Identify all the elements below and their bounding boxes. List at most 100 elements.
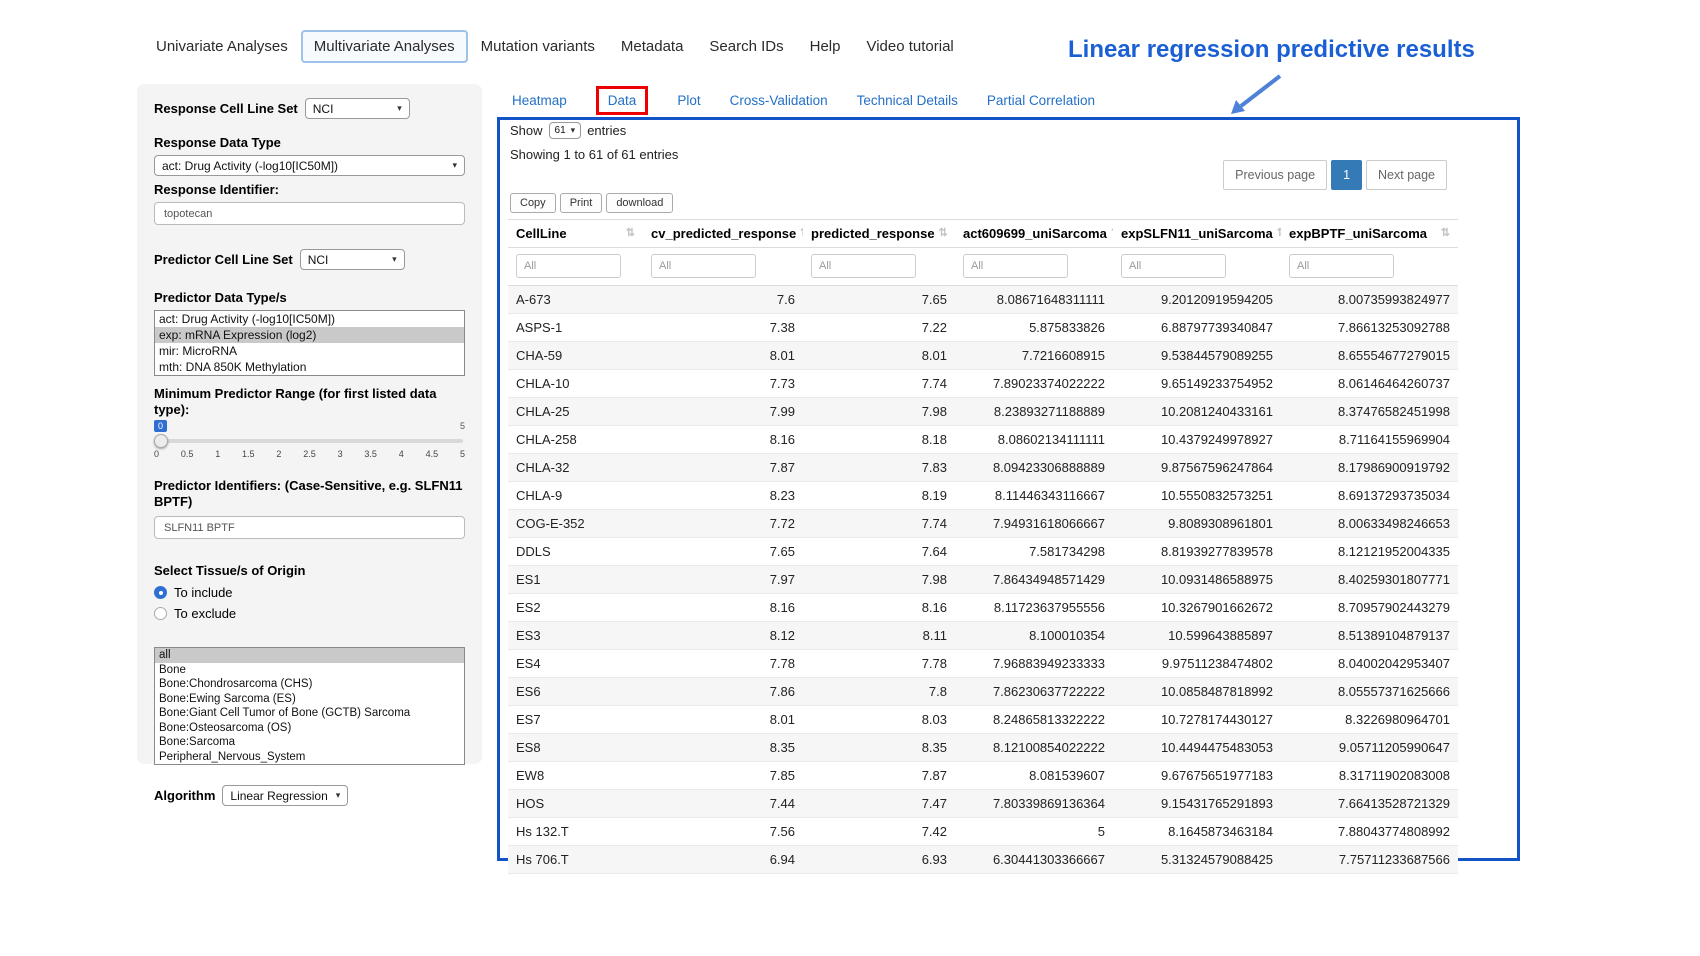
table-row[interactable]: ES8 8.35 8.35 8.12100854022222 10.449447… [508, 734, 1458, 762]
table-row[interactable]: HOS 7.44 7.47 7.80339869136364 9.1543176… [508, 790, 1458, 818]
list-option[interactable]: act: Drug Activity (-log10[IC50M]) [155, 311, 464, 327]
export-button[interactable]: download [606, 193, 673, 213]
table-row[interactable]: Hs 132.T 7.56 7.42 5 8.1645873463184 7.8… [508, 818, 1458, 846]
predictor-data-types-list[interactable]: act: Drug Activity (-log10[IC50M]) exp: … [154, 310, 465, 376]
current-page-button[interactable]: 1 [1331, 160, 1362, 190]
column-filter-input[interactable] [963, 254, 1068, 278]
nav-tab[interactable]: Univariate Analyses [143, 30, 301, 63]
algorithm-select[interactable]: Linear Regression ▾ [222, 785, 348, 806]
tissue-exclude-radio[interactable]: To exclude [154, 606, 465, 621]
results-tab[interactable]: Plot [677, 93, 700, 108]
table-row[interactable]: ES2 8.16 8.16 8.11723637955556 10.326790… [508, 594, 1458, 622]
table-row[interactable]: DDLS 7.65 7.64 7.581734298 8.81939277839… [508, 538, 1458, 566]
sort-icon[interactable]: ⇅ [1441, 224, 1450, 243]
table-row[interactable]: ES3 8.12 8.11 8.100010354 10.59964388589… [508, 622, 1458, 650]
act609699-cell: 8.08602134111111 [955, 426, 1113, 454]
table-row[interactable]: ES6 7.86 7.8 7.86230637722222 10.0858487… [508, 678, 1458, 706]
nav-tab[interactable]: Multivariate Analyses [301, 30, 468, 63]
column-header[interactable]: act609699_uniSarcoma ⇅ [955, 220, 1113, 248]
list-option[interactable]: Bone:Chondrosarcoma (CHS) [155, 677, 464, 692]
table-row[interactable]: ES1 7.97 7.98 7.86434948571429 10.093148… [508, 566, 1458, 594]
sort-icon[interactable]: ⇅ [1277, 224, 1281, 243]
slider-track[interactable] [156, 439, 463, 443]
cv-predicted-response-cell: 8.35 [643, 734, 803, 762]
column-header[interactable]: expSLFN11_uniSarcoma ⇅ [1113, 220, 1281, 248]
list-option[interactable]: Bone:Giant Cell Tumor of Bone (GCTB) Sar… [155, 706, 464, 721]
predictor-cell-line-set-label: Predictor Cell Line Set [154, 252, 293, 268]
nav-tab[interactable]: Mutation variants [468, 30, 608, 63]
sort-icon[interactable]: ⇅ [800, 224, 803, 243]
table-row[interactable]: ES4 7.78 7.78 7.96883949233333 9.9751123… [508, 650, 1458, 678]
min-predictor-range-slider[interactable]: 0 5 00.511.522.533.544.55 [154, 420, 465, 466]
column-header[interactable]: cv_predicted_response ⇅ [643, 220, 803, 248]
cv-predicted-response-cell: 7.72 [643, 510, 803, 538]
table-row[interactable]: EW8 7.85 7.87 8.081539607 9.676756519771… [508, 762, 1458, 790]
sort-icon[interactable]: ⇅ [939, 224, 948, 243]
response-identifier-input[interactable] [154, 202, 465, 225]
nav-tab[interactable]: Metadata [608, 30, 697, 63]
expslfn11-cell: 9.8089308961801 [1113, 510, 1281, 538]
cell-line-cell: ES2 [508, 594, 643, 622]
results-tab[interactable]: Data [596, 86, 649, 115]
list-option[interactable]: Bone:Sarcoma [155, 735, 464, 750]
table-row[interactable]: A-673 7.6 7.65 8.08671648311111 9.201209… [508, 286, 1458, 314]
column-filter-input[interactable] [1289, 254, 1394, 278]
predictor-identifiers-input[interactable] [154, 516, 465, 539]
entries-count-select[interactable]: 61 ▾ [549, 122, 582, 139]
column-filter-input[interactable] [651, 254, 756, 278]
sort-icon[interactable]: ⇅ [626, 224, 635, 243]
response-data-type-select[interactable]: act: Drug Activity (-log10[IC50M]) ▾ [154, 155, 465, 176]
column-filter-input[interactable] [1121, 254, 1226, 278]
list-option[interactable]: exp: mRNA Expression (log2) [155, 327, 464, 343]
column-header[interactable]: CellLine ⇅ [508, 220, 643, 248]
table-row[interactable]: CHLA-25 7.99 7.98 8.23893271188889 10.20… [508, 398, 1458, 426]
nav-tab[interactable]: Search IDs [696, 30, 796, 63]
list-option[interactable]: Bone:Ewing Sarcoma (ES) [155, 692, 464, 707]
list-option[interactable]: Peripheral_Nervous_System [155, 750, 464, 765]
list-option[interactable]: Bone:Osteosarcoma (OS) [155, 721, 464, 736]
nav-tab[interactable]: Help [797, 30, 854, 63]
column-header[interactable]: predicted_response ⇅ [803, 220, 955, 248]
list-option[interactable]: mir: MicroRNA [155, 343, 464, 359]
column-filter-input[interactable] [516, 254, 621, 278]
list-option[interactable]: all [155, 648, 464, 663]
algorithm-field: Algorithm Linear Regression ▾ [154, 785, 465, 806]
radio-label: To exclude [174, 606, 236, 621]
response-cell-line-set-select[interactable]: NCI ▾ [305, 98, 410, 119]
table-row[interactable]: CHLA-32 7.87 7.83 8.09423306888889 9.875… [508, 454, 1458, 482]
tissue-list[interactable]: all Bone Bone:Chondrosarcoma (CHS) Bone:… [154, 647, 465, 765]
column-header[interactable]: expBPTF_uniSarcoma ⇅ [1281, 220, 1458, 248]
column-header-label: cv_predicted_response [651, 224, 796, 243]
predicted-response-cell: 8.11 [803, 622, 955, 650]
table-row[interactable]: CHLA-258 8.16 8.18 8.08602134111111 10.4… [508, 426, 1458, 454]
table-row[interactable]: Hs 706.T 6.94 6.93 6.30441303366667 5.31… [508, 846, 1458, 874]
filter-cell [1113, 248, 1281, 286]
list-option[interactable]: mth: DNA 850K Methylation [155, 359, 464, 375]
table-row[interactable]: CHA-59 8.01 8.01 7.7216608915 9.53844579… [508, 342, 1458, 370]
cv-predicted-response-cell: 8.16 [643, 426, 803, 454]
expbptf-cell: 8.31711902083008 [1281, 762, 1458, 790]
column-filter-input[interactable] [811, 254, 916, 278]
results-tab[interactable]: Cross-Validation [730, 93, 828, 108]
predictor-cell-line-set-select[interactable]: NCI ▾ [300, 249, 405, 270]
table-row[interactable]: CHLA-9 8.23 8.19 8.11446343116667 10.555… [508, 482, 1458, 510]
results-tab[interactable]: Technical Details [857, 93, 958, 108]
slider-handle[interactable] [154, 434, 168, 448]
list-option[interactable]: Bone [155, 663, 464, 678]
act609699-cell: 7.96883949233333 [955, 650, 1113, 678]
table-row[interactable]: COG-E-352 7.72 7.74 7.94931618066667 9.8… [508, 510, 1458, 538]
sort-icon[interactable]: ⇅ [1111, 224, 1113, 243]
results-tab[interactable]: Partial Correlation [987, 93, 1095, 108]
chevron-down-icon: ▾ [571, 125, 576, 136]
sidebar-panel: Response Cell Line Set NCI ▾ Response Da… [137, 84, 482, 764]
table-row[interactable]: CHLA-10 7.73 7.74 7.89023374022222 9.651… [508, 370, 1458, 398]
table-row[interactable]: ASPS-1 7.38 7.22 5.875833826 6.887977393… [508, 314, 1458, 342]
nav-tab[interactable]: Video tutorial [853, 30, 966, 63]
table-row[interactable]: ES7 8.01 8.03 8.24865813322222 10.727817… [508, 706, 1458, 734]
export-button[interactable]: Print [560, 193, 603, 213]
tissue-include-radio[interactable]: To include [154, 585, 465, 600]
results-tab[interactable]: Heatmap [512, 93, 567, 108]
export-button[interactable]: Copy [510, 193, 556, 213]
previous-page-button[interactable]: Previous page [1223, 160, 1327, 190]
next-page-button[interactable]: Next page [1366, 160, 1447, 190]
